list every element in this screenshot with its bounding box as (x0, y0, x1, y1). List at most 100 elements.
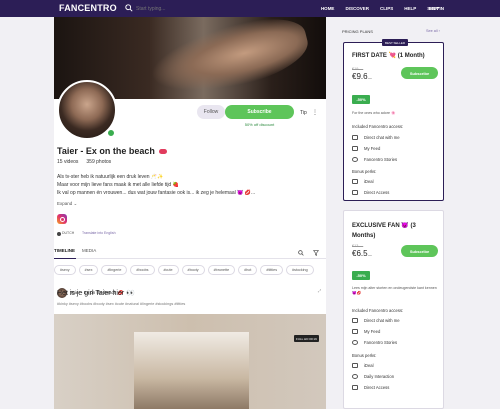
see-all-link[interactable]: See all › (426, 29, 440, 33)
plan-card: BEST SELLER FIRST DATE 💘 (1 Month) €19.—… (343, 39, 444, 201)
plan-subscribe-button[interactable]: Subscribe (401, 245, 438, 257)
language-selector[interactable]: EN (429, 6, 435, 11)
profile-name: Taier - Ex on the beach (57, 146, 155, 156)
expand-bio-link[interactable]: Expand ⌄ (57, 201, 77, 207)
feature-item: iDeal (352, 179, 374, 184)
post-hashtags: #kinky #sexy #boobs #booty #sex #cute #n… (57, 302, 186, 306)
bio-line: Als tv-ster heb ik natuurlijk een druk l… (57, 174, 164, 180)
post-text: Het is je girl Taier hier 👀 (57, 290, 135, 297)
top-navigation: FANCENTRO HOME DISCOVER CLIPS HELP SIGN … (0, 0, 500, 17)
profile-name-row: Taier - Ex on the beach (57, 146, 167, 156)
plan-subscribe-button[interactable]: Subscribe (401, 67, 438, 79)
lips-icon (158, 148, 167, 154)
feature-item: Direct chat with me (352, 135, 400, 140)
bonus-title: Bonus perks: (352, 353, 377, 358)
nav-link-clips[interactable]: CLIPS (380, 6, 393, 11)
online-status-dot (107, 129, 115, 137)
feed-icon (352, 329, 358, 334)
bio-line: Maar voor mijn lieve fans maak ik met al… (57, 182, 179, 188)
feature-item: Fancentro Stories (352, 157, 397, 162)
chat-icon (352, 318, 358, 323)
plan-old-price: €19.— (352, 67, 364, 71)
filter-icon[interactable] (313, 250, 319, 256)
plan-old-price: €13.— (352, 244, 364, 248)
bio-line: Ik val op mannen én vrouwen... dus wat j… (57, 190, 256, 196)
chevron-down-icon (436, 7, 440, 9)
profile-stats: 15 videos 359 photos (57, 159, 111, 165)
hashtag-chip[interactable]: #titties (260, 265, 284, 275)
language-tag: DUTCH (62, 231, 75, 235)
search-icon[interactable] (298, 250, 304, 256)
post-media-photo (134, 332, 249, 409)
direct-access-icon (352, 190, 358, 195)
plan-name: FIRST DATE 💘 (1 Month) (352, 53, 425, 59)
plan-description: For the ones who adore 🌸 (352, 111, 396, 115)
profile-main: Follow Subscribe 50% off discount Tip ⋮ … (54, 17, 326, 409)
feed-tabs: TIMELINE MEDIA (54, 247, 326, 259)
included-title: Included Fancentro access: (352, 124, 404, 129)
discount-badge: -50% (352, 271, 370, 280)
hashtag-chip[interactable]: #cute (157, 265, 179, 275)
feature-item: My Feed (352, 146, 380, 151)
hashtag-chip[interactable]: #hot (238, 265, 258, 275)
plan-price: €6.5 — (352, 249, 372, 258)
hashtag-chip[interactable]: #lingerie (101, 265, 128, 275)
logo[interactable]: FANCENTRO (59, 3, 117, 13)
plan-price: €9.6 — (352, 72, 372, 81)
ideal-icon (352, 363, 358, 368)
hashtag-chip[interactable]: #booty (181, 265, 205, 275)
profile-bio: Als tv-ster heb ik natuurlijk een druk l… (57, 173, 322, 197)
discount-label: 50% off discount (244, 122, 275, 127)
hashtag-chip[interactable]: #sex (78, 265, 99, 275)
hashtag-chip[interactable]: #sexy (54, 265, 76, 275)
search-icon (125, 4, 133, 12)
feature-item: Direct Access (352, 385, 389, 390)
active-tab-indicator (54, 258, 76, 259)
nav-link-home[interactable]: HOME (321, 6, 335, 11)
direct-access-icon (352, 385, 358, 390)
bonus-title: Bonus perks: (352, 169, 377, 174)
feature-item: Daily Interaction (352, 374, 394, 379)
follow-button[interactable]: Follow (197, 105, 225, 119)
videos-count: 15 videos (57, 159, 79, 165)
feature-item: iDeal (352, 363, 374, 368)
hashtag-chip[interactable]: #boobs (130, 265, 155, 275)
translate-link[interactable]: Translate into English (82, 231, 116, 235)
instagram-icon[interactable] (57, 214, 67, 224)
nav-link-help[interactable]: HELP (404, 6, 416, 11)
hashtag-chip[interactable]: #brunette (207, 265, 236, 275)
tab-media[interactable]: MEDIA (82, 248, 96, 253)
pricing-plans-title: PRICING PLANS (342, 29, 373, 34)
photos-count: 359 photos (86, 159, 112, 165)
discount-badge: -50% (352, 95, 370, 104)
feed-icon (352, 146, 358, 151)
daily-interaction-icon (352, 374, 358, 379)
included-title: Included Fancentro access: (352, 308, 404, 313)
hashtag-chip[interactable]: #stocking (286, 265, 314, 275)
best-seller-badge: BEST SELLER (382, 39, 408, 46)
search-input[interactable] (136, 4, 256, 13)
stories-icon (352, 340, 358, 345)
nav-link-discover[interactable]: DISCOVER (345, 6, 369, 11)
feature-item: Direct Access (352, 190, 389, 195)
plan-description: Lees mijn alter storten en ondeugendste … (352, 286, 437, 295)
chat-icon (352, 135, 358, 140)
tab-timeline[interactable]: TIMELINE (54, 248, 75, 253)
subscribe-button[interactable]: Subscribe (225, 105, 294, 119)
post-media[interactable]: FULL HD 00:19 (54, 314, 326, 409)
plan-card: EXCLUSIVE FAN 😈 (3 Months) €13.— €6.5 — … (343, 210, 444, 409)
nav-links: HOME DISCOVER CLIPS HELP SIGN IN (321, 6, 444, 11)
more-options-icon[interactable]: ⋮ (312, 109, 318, 116)
globe-icon (57, 232, 61, 236)
hashtag-bar: #sexy #sex #lingerie #boobs #cute #booty… (54, 265, 326, 275)
feature-item: My Feed (352, 329, 380, 334)
cover-figure (144, 17, 314, 99)
feature-item: Direct chat with me (352, 318, 400, 323)
stories-icon (352, 157, 358, 162)
ideal-icon (352, 179, 358, 184)
tip-button[interactable]: Tip (300, 110, 307, 116)
feature-item: Fancentro Stories (352, 340, 397, 345)
plan-name: EXCLUSIVE FAN 😈 (3 Months) (352, 223, 416, 239)
video-quality-badge: FULL HD 00:19 (294, 335, 319, 342)
post-options-icon[interactable]: ⤢ (318, 288, 321, 293)
